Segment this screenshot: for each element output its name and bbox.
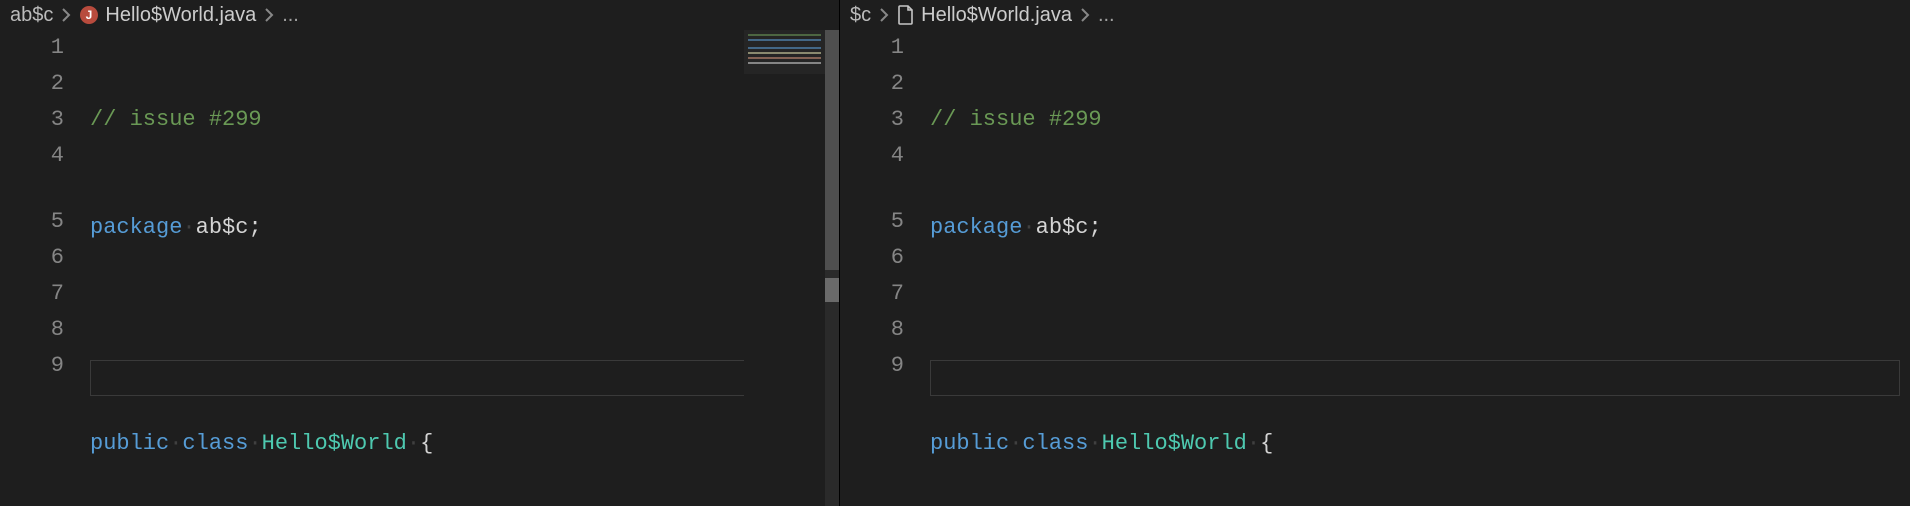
codelens-gutter-spacer — [0, 174, 64, 204]
whitespace: · — [248, 426, 261, 462]
line-number: 6 — [0, 240, 64, 276]
breadcrumb-file[interactable]: Hello$World.java — [105, 4, 256, 27]
whitespace: · — [1247, 426, 1260, 462]
classname-token: Hello$World — [1102, 426, 1247, 462]
line-number: 8 — [840, 312, 904, 348]
breadcrumb-more[interactable]: ... — [282, 4, 299, 27]
code-content[interactable]: // issue #299 package·ab$c; public·class… — [930, 30, 1910, 506]
punct-token: { — [1260, 426, 1273, 462]
keyword-token: public — [90, 426, 169, 462]
code-line[interactable] — [930, 318, 1910, 354]
breadcrumb-more[interactable]: ... — [1098, 4, 1115, 27]
code-line[interactable]: // issue #299 — [90, 102, 839, 138]
keyword-token: class — [1022, 426, 1088, 462]
breadcrumbs[interactable]: $c Hello$World.java ... — [840, 0, 1910, 30]
keyword-token: public — [930, 426, 1009, 462]
line-number: 2 — [840, 66, 904, 102]
code-content[interactable]: // issue #299 package·ab$c; public·class… — [90, 30, 839, 506]
code-editor[interactable]: 1 2 3 4 5 6 7 8 9 // issue #299 package·… — [0, 30, 839, 506]
breadcrumbs[interactable]: ab$c J Hello$World.java ... — [0, 0, 839, 30]
punct-token: ; — [1088, 210, 1101, 246]
line-number: 3 — [0, 102, 64, 138]
chevron-right-icon — [1080, 8, 1090, 22]
comment-token: // issue #299 — [90, 102, 262, 138]
code-line[interactable]: package·ab$c; — [90, 210, 839, 246]
whitespace: · — [1009, 426, 1022, 462]
whitespace: · — [169, 426, 182, 462]
identifier-token: ab$c — [1036, 210, 1089, 246]
chevron-right-icon — [879, 8, 889, 22]
java-file-icon: J — [79, 5, 99, 25]
line-number: 4 — [0, 138, 64, 174]
line-number: 9 — [840, 348, 904, 384]
line-number: 7 — [0, 276, 64, 312]
line-number: 6 — [840, 240, 904, 276]
line-number-gutter: 1 2 3 4 5 6 7 8 9 — [840, 30, 930, 506]
code-line[interactable]: // issue #299 — [930, 102, 1910, 138]
whitespace: · — [407, 426, 420, 462]
keyword-token: class — [182, 426, 248, 462]
line-number: 1 — [0, 30, 64, 66]
file-icon — [897, 5, 915, 25]
line-number: 8 — [0, 312, 64, 348]
line-number: 3 — [840, 102, 904, 138]
punct-token: ; — [248, 210, 261, 246]
editor-pane-right: $c Hello$World.java ... 1 2 3 4 5 6 7 8 … — [840, 0, 1910, 506]
code-line[interactable] — [90, 318, 839, 354]
chevron-right-icon — [264, 8, 274, 22]
breadcrumb-folder[interactable]: ab$c — [10, 4, 53, 27]
scrollbar-thumb[interactable] — [825, 30, 839, 270]
codelens-gutter-spacer — [840, 174, 904, 204]
whitespace: · — [182, 210, 195, 246]
line-number: 5 — [0, 204, 64, 240]
keyword-token: package — [930, 210, 1022, 246]
keyword-token: package — [90, 210, 182, 246]
classname-token: Hello$World — [262, 426, 407, 462]
identifier-token: ab$c — [196, 210, 249, 246]
whitespace: · — [1022, 210, 1035, 246]
svg-text:J: J — [86, 8, 93, 22]
line-number: 4 — [840, 138, 904, 174]
whitespace: · — [1088, 426, 1101, 462]
comment-token: // issue #299 — [930, 102, 1102, 138]
line-number: 9 — [0, 348, 64, 384]
code-editor[interactable]: 1 2 3 4 5 6 7 8 9 // issue #299 package·… — [840, 30, 1910, 506]
line-number: 2 — [0, 66, 64, 102]
vertical-scrollbar[interactable] — [825, 30, 839, 506]
editor-pane-left: ab$c J Hello$World.java ... 1 2 3 4 5 6 … — [0, 0, 840, 506]
code-line[interactable]: package·ab$c; — [930, 210, 1910, 246]
chevron-right-icon — [61, 8, 71, 22]
current-line-highlight — [90, 360, 829, 396]
punct-token: { — [420, 426, 433, 462]
line-number: 5 — [840, 204, 904, 240]
breadcrumb-folder[interactable]: $c — [850, 4, 871, 27]
line-number: 7 — [840, 276, 904, 312]
code-line[interactable]: public·class·Hello$World·{ — [930, 426, 1910, 462]
line-number-gutter: 1 2 3 4 5 6 7 8 9 — [0, 30, 90, 506]
scrollbar-thumb[interactable] — [825, 278, 839, 302]
breadcrumb-file[interactable]: Hello$World.java — [921, 4, 1072, 27]
line-number: 1 — [840, 30, 904, 66]
code-line[interactable]: public·class·Hello$World·{ — [90, 426, 839, 462]
current-line-highlight — [930, 360, 1900, 396]
